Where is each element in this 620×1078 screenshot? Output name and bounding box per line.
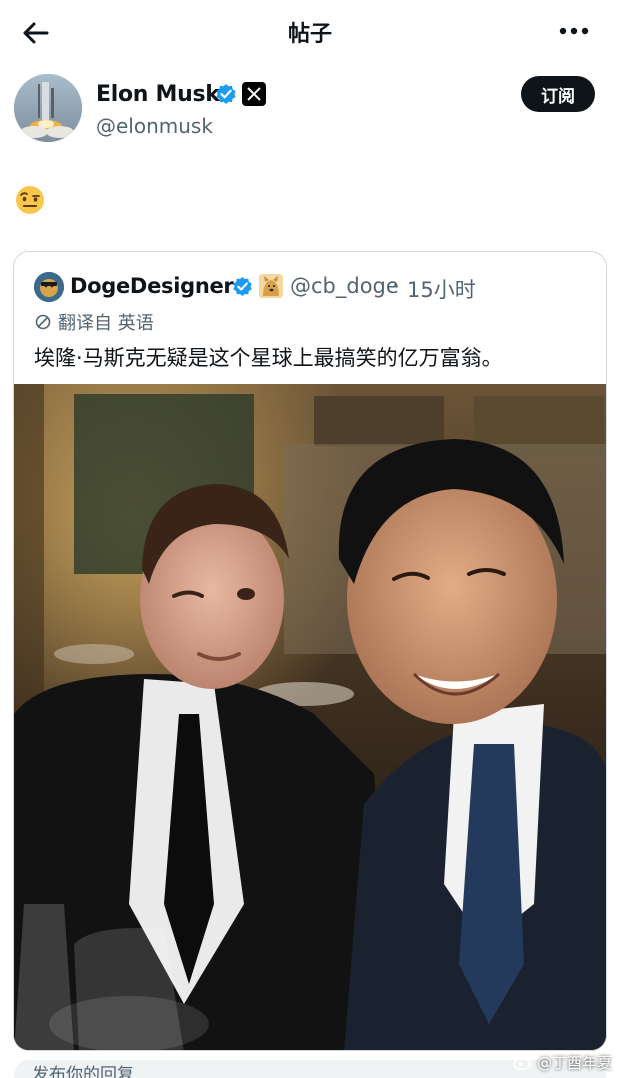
quote-author-handle[interactable]: @cb_doge — [290, 274, 399, 298]
more-button[interactable] — [554, 16, 594, 46]
raised-eyebrow-emoji — [14, 184, 46, 216]
author-handle[interactable]: @elonmusk — [96, 114, 213, 138]
top-bar: 帖子 — [0, 0, 620, 64]
x-logo-icon — [242, 82, 266, 106]
post-photo[interactable] — [14, 384, 606, 1050]
weibo-watermark: @丁酉年夏 — [513, 1050, 612, 1074]
photo-image — [14, 384, 606, 1050]
quote-author-avatar[interactable] — [34, 272, 64, 302]
translate-text: 翻译自 英语 — [58, 313, 154, 334]
doge-badge-icon — [259, 274, 283, 298]
author-avatar[interactable] — [14, 74, 82, 142]
translated-from-label[interactable]: 翻译自 英语 — [34, 310, 154, 334]
translate-icon — [35, 314, 51, 330]
verified-badge-icon — [233, 276, 252, 297]
quote-author-name[interactable]: DogeDesigner — [70, 274, 234, 298]
post-author: Elon Musk @elonmusk 订阅 — [14, 74, 606, 146]
separator-dot: · — [392, 274, 399, 298]
subscribe-button[interactable]: 订阅 — [521, 76, 595, 112]
quoted-post-card[interactable]: DogeDesigner @cb_doge · 15小时 翻译自 英语 埃隆·马… — [13, 251, 607, 1051]
rocket-launch-icon — [14, 74, 82, 142]
author-name[interactable]: Elon Musk — [96, 82, 220, 107]
weibo-logo-icon — [513, 1055, 532, 1070]
quote-text: 埃隆·马斯克无疑是这个星球上最搞笑的亿万富翁。 — [34, 346, 503, 370]
verified-badge-icon — [216, 84, 236, 104]
page-title: 帖子 — [287, 22, 332, 47]
watermark-text: @丁酉年夏 — [536, 1053, 612, 1072]
quote-timestamp[interactable]: 15小时 — [407, 274, 476, 304]
more-horizontal-icon — [559, 27, 589, 35]
